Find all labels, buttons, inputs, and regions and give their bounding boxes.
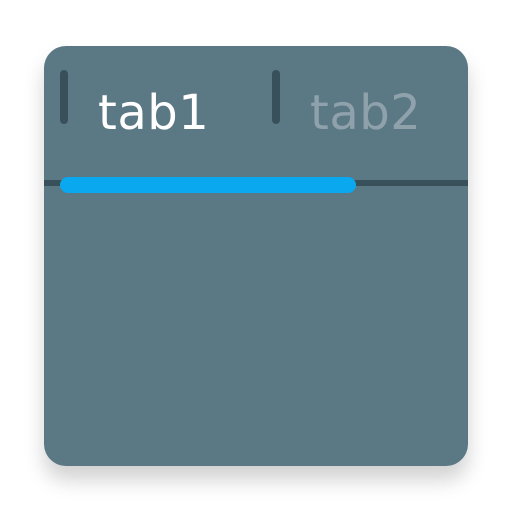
tab-separator-icon [272, 70, 280, 124]
tab-label: tab1 [98, 85, 209, 141]
tab-row: tab1 tab2 [44, 46, 468, 186]
tab-tab1[interactable]: tab1 [44, 46, 256, 180]
tab-separator-icon [60, 70, 68, 124]
tab-label: tab2 [310, 85, 421, 141]
tabbed-panel: tab1 tab2 [44, 46, 468, 466]
tab-tab2[interactable]: tab2 [256, 46, 468, 180]
active-tab-indicator [60, 177, 356, 193]
